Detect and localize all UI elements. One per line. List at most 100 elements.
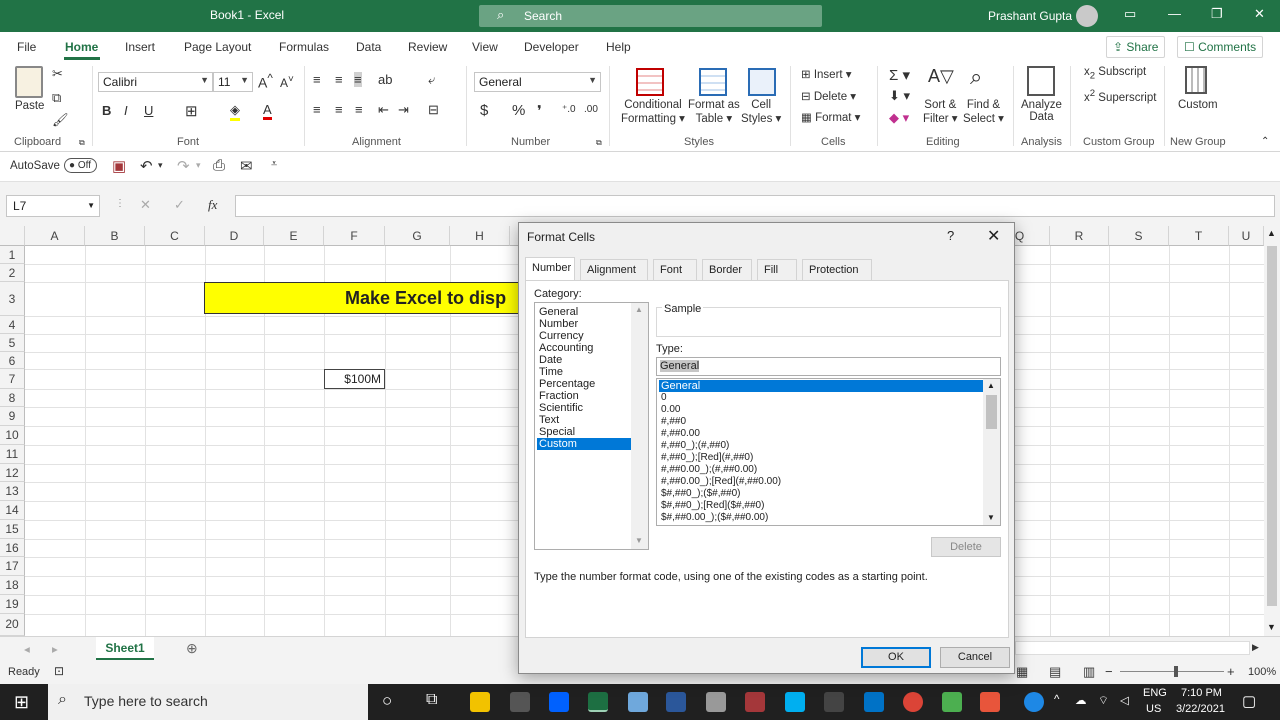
category-item[interactable]: Text — [537, 414, 632, 426]
column-header[interactable]: S — [1109, 226, 1169, 246]
print-preview-icon[interactable]: ⎙ — [213, 157, 225, 174]
type-item[interactable]: 0.00 — [659, 404, 983, 416]
zoom-slider-thumb[interactable] — [1174, 666, 1178, 677]
access-icon[interactable] — [745, 692, 765, 712]
row-header[interactable]: 1 — [0, 246, 25, 264]
analyze-data-icon[interactable] — [1027, 66, 1055, 96]
cancel-button[interactable]: Cancel — [940, 647, 1010, 668]
row-header[interactable]: 7 — [0, 369, 25, 389]
format-cells-button[interactable]: ▦ Format ▾ — [801, 110, 860, 124]
tab-number[interactable]: Number — [525, 257, 575, 281]
clock-time[interactable]: 7:10 PM — [1181, 687, 1222, 699]
align-left-icon[interactable]: ≡ — [313, 102, 321, 117]
region-code[interactable]: US — [1146, 703, 1161, 715]
percent-icon[interactable]: % — [512, 102, 525, 119]
menu-home[interactable]: Home — [65, 40, 98, 54]
tab-fill[interactable]: Fill — [757, 259, 797, 281]
type-item[interactable]: #,##0.00_);(#,##0.00) — [659, 464, 983, 476]
scroll-thumb[interactable] — [986, 395, 997, 429]
skype-icon[interactable] — [785, 692, 805, 712]
ok-button[interactable]: OK — [861, 647, 931, 668]
ribbon-display-icon[interactable]: ▭ — [1124, 6, 1136, 22]
category-item[interactable]: Fraction — [537, 390, 632, 402]
type-item[interactable]: $#,##0_);($#,##0) — [659, 488, 983, 500]
category-item[interactable]: Scientific — [537, 402, 632, 414]
cell-styles-button[interactable]: Cell Styles ▾ — [741, 99, 781, 125]
insert-cells-button[interactable]: ⊞ Insert ▾ — [801, 67, 852, 81]
outlook-icon[interactable] — [864, 692, 884, 712]
comments-button[interactable]: ☐ Comments — [1177, 36, 1264, 58]
bold-icon[interactable]: B — [102, 103, 111, 118]
scroll-thumb[interactable] — [1267, 246, 1277, 606]
tray-chevron-icon[interactable]: ^ — [1054, 694, 1059, 706]
conditional-formatting-button[interactable]: Conditional Formatting ▾ — [621, 99, 685, 125]
scroll-up-icon[interactable]: ▲ — [987, 381, 995, 390]
row-header[interactable]: 10 — [0, 426, 25, 445]
undo-dropdown-icon[interactable]: ▾ — [158, 160, 163, 171]
horizontal-scrollbar[interactable] — [1015, 641, 1250, 655]
category-item[interactable]: Currency — [537, 330, 632, 342]
category-item[interactable]: Percentage — [537, 378, 632, 390]
page-layout-view-icon[interactable]: ▤ — [1049, 664, 1061, 680]
row-header[interactable]: 14 — [0, 501, 25, 520]
paste-label[interactable]: Paste — [15, 100, 44, 112]
redo-icon[interactable]: ↷ — [177, 157, 190, 175]
font-size-select[interactable]: 11 ▼ — [213, 72, 253, 92]
row-header[interactable]: 19 — [0, 595, 25, 614]
add-sheet-icon[interactable]: ⊕ — [186, 640, 198, 657]
scroll-down-icon[interactable]: ▼ — [635, 536, 643, 545]
menu-file[interactable]: File — [17, 40, 36, 54]
cell-f7[interactable]: $100M — [324, 369, 385, 389]
cell-styles-icon[interactable] — [748, 68, 776, 96]
borders-icon[interactable]: ⊞ — [185, 102, 198, 120]
confirm-entry-icon[interactable]: ✓ — [174, 197, 185, 213]
copy-icon[interactable]: ⧉ — [52, 90, 61, 106]
undo-icon[interactable]: ↶ — [140, 157, 153, 175]
fill-icon[interactable]: ⬇ ▾ — [889, 88, 910, 104]
number-launcher-icon[interactable]: ⧉ — [596, 138, 602, 148]
help-icon[interactable] — [1024, 692, 1044, 712]
app-icon[interactable] — [706, 692, 726, 712]
app-icon[interactable] — [942, 692, 962, 712]
tab-alignment[interactable]: Alignment — [580, 259, 648, 281]
category-scrollbar[interactable]: ▲ ▼ — [631, 303, 648, 549]
zoom-level[interactable]: 100% — [1248, 666, 1276, 678]
merge-center-icon[interactable]: ⊟ — [428, 102, 439, 118]
task-view-icon[interactable]: ⧉ — [426, 691, 437, 709]
number-format-select[interactable]: General ▼ — [474, 72, 601, 92]
align-center-icon[interactable]: ≡ — [335, 102, 343, 117]
cancel-entry-icon[interactable]: ✕ — [140, 197, 151, 213]
column-header[interactable]: R — [1050, 226, 1109, 246]
menu-review[interactable]: Review — [408, 40, 447, 54]
increase-indent-icon[interactable]: ⇥ — [398, 102, 409, 118]
zoom-out-icon[interactable]: − — [1105, 664, 1113, 679]
align-top-icon[interactable]: ≡ — [313, 72, 321, 87]
cloud-icon[interactable]: ☁ — [1075, 693, 1087, 707]
scroll-up-icon[interactable]: ▲ — [1267, 228, 1276, 238]
row-header[interactable]: 12 — [0, 464, 25, 482]
collapse-ribbon-icon[interactable]: ⌃ — [1261, 136, 1269, 147]
column-header[interactable]: T — [1169, 226, 1229, 246]
help-icon[interactable]: ? — [947, 228, 954, 243]
type-item[interactable]: #,##0_);(#,##0) — [659, 440, 983, 452]
comma-style-icon[interactable]: ❜ — [537, 102, 542, 120]
scroll-tabs-right-icon[interactable]: ▸ — [52, 642, 58, 656]
decrease-decimal-icon[interactable]: .00 — [584, 104, 598, 115]
category-item[interactable]: Accounting — [537, 342, 632, 354]
app-icon[interactable] — [980, 692, 1000, 712]
type-item[interactable]: #,##0.00 — [659, 428, 983, 440]
menu-developer[interactable]: Developer — [524, 40, 579, 54]
row-header[interactable]: 17 — [0, 557, 25, 576]
column-header[interactable]: B — [85, 226, 145, 246]
row-header[interactable]: 9 — [0, 407, 25, 426]
cortana-icon[interactable]: ○ — [382, 691, 392, 711]
increase-decimal-icon[interactable]: ⁺.0 — [562, 104, 576, 115]
format-as-table-button[interactable]: Format as Table ▾ — [688, 99, 740, 125]
type-input[interactable]: General — [656, 357, 1001, 376]
word-icon[interactable] — [666, 692, 686, 712]
zoom-slider[interactable] — [1120, 671, 1224, 672]
sort-filter-button[interactable]: Sort & Filter ▾ — [923, 99, 958, 125]
type-item[interactable]: #,##0.00_);[Red](#,##0.00) — [659, 476, 983, 488]
taskbar-search[interactable]: ⌕ Type here to search — [48, 684, 368, 720]
insert-function-icon[interactable]: fx — [208, 197, 217, 213]
